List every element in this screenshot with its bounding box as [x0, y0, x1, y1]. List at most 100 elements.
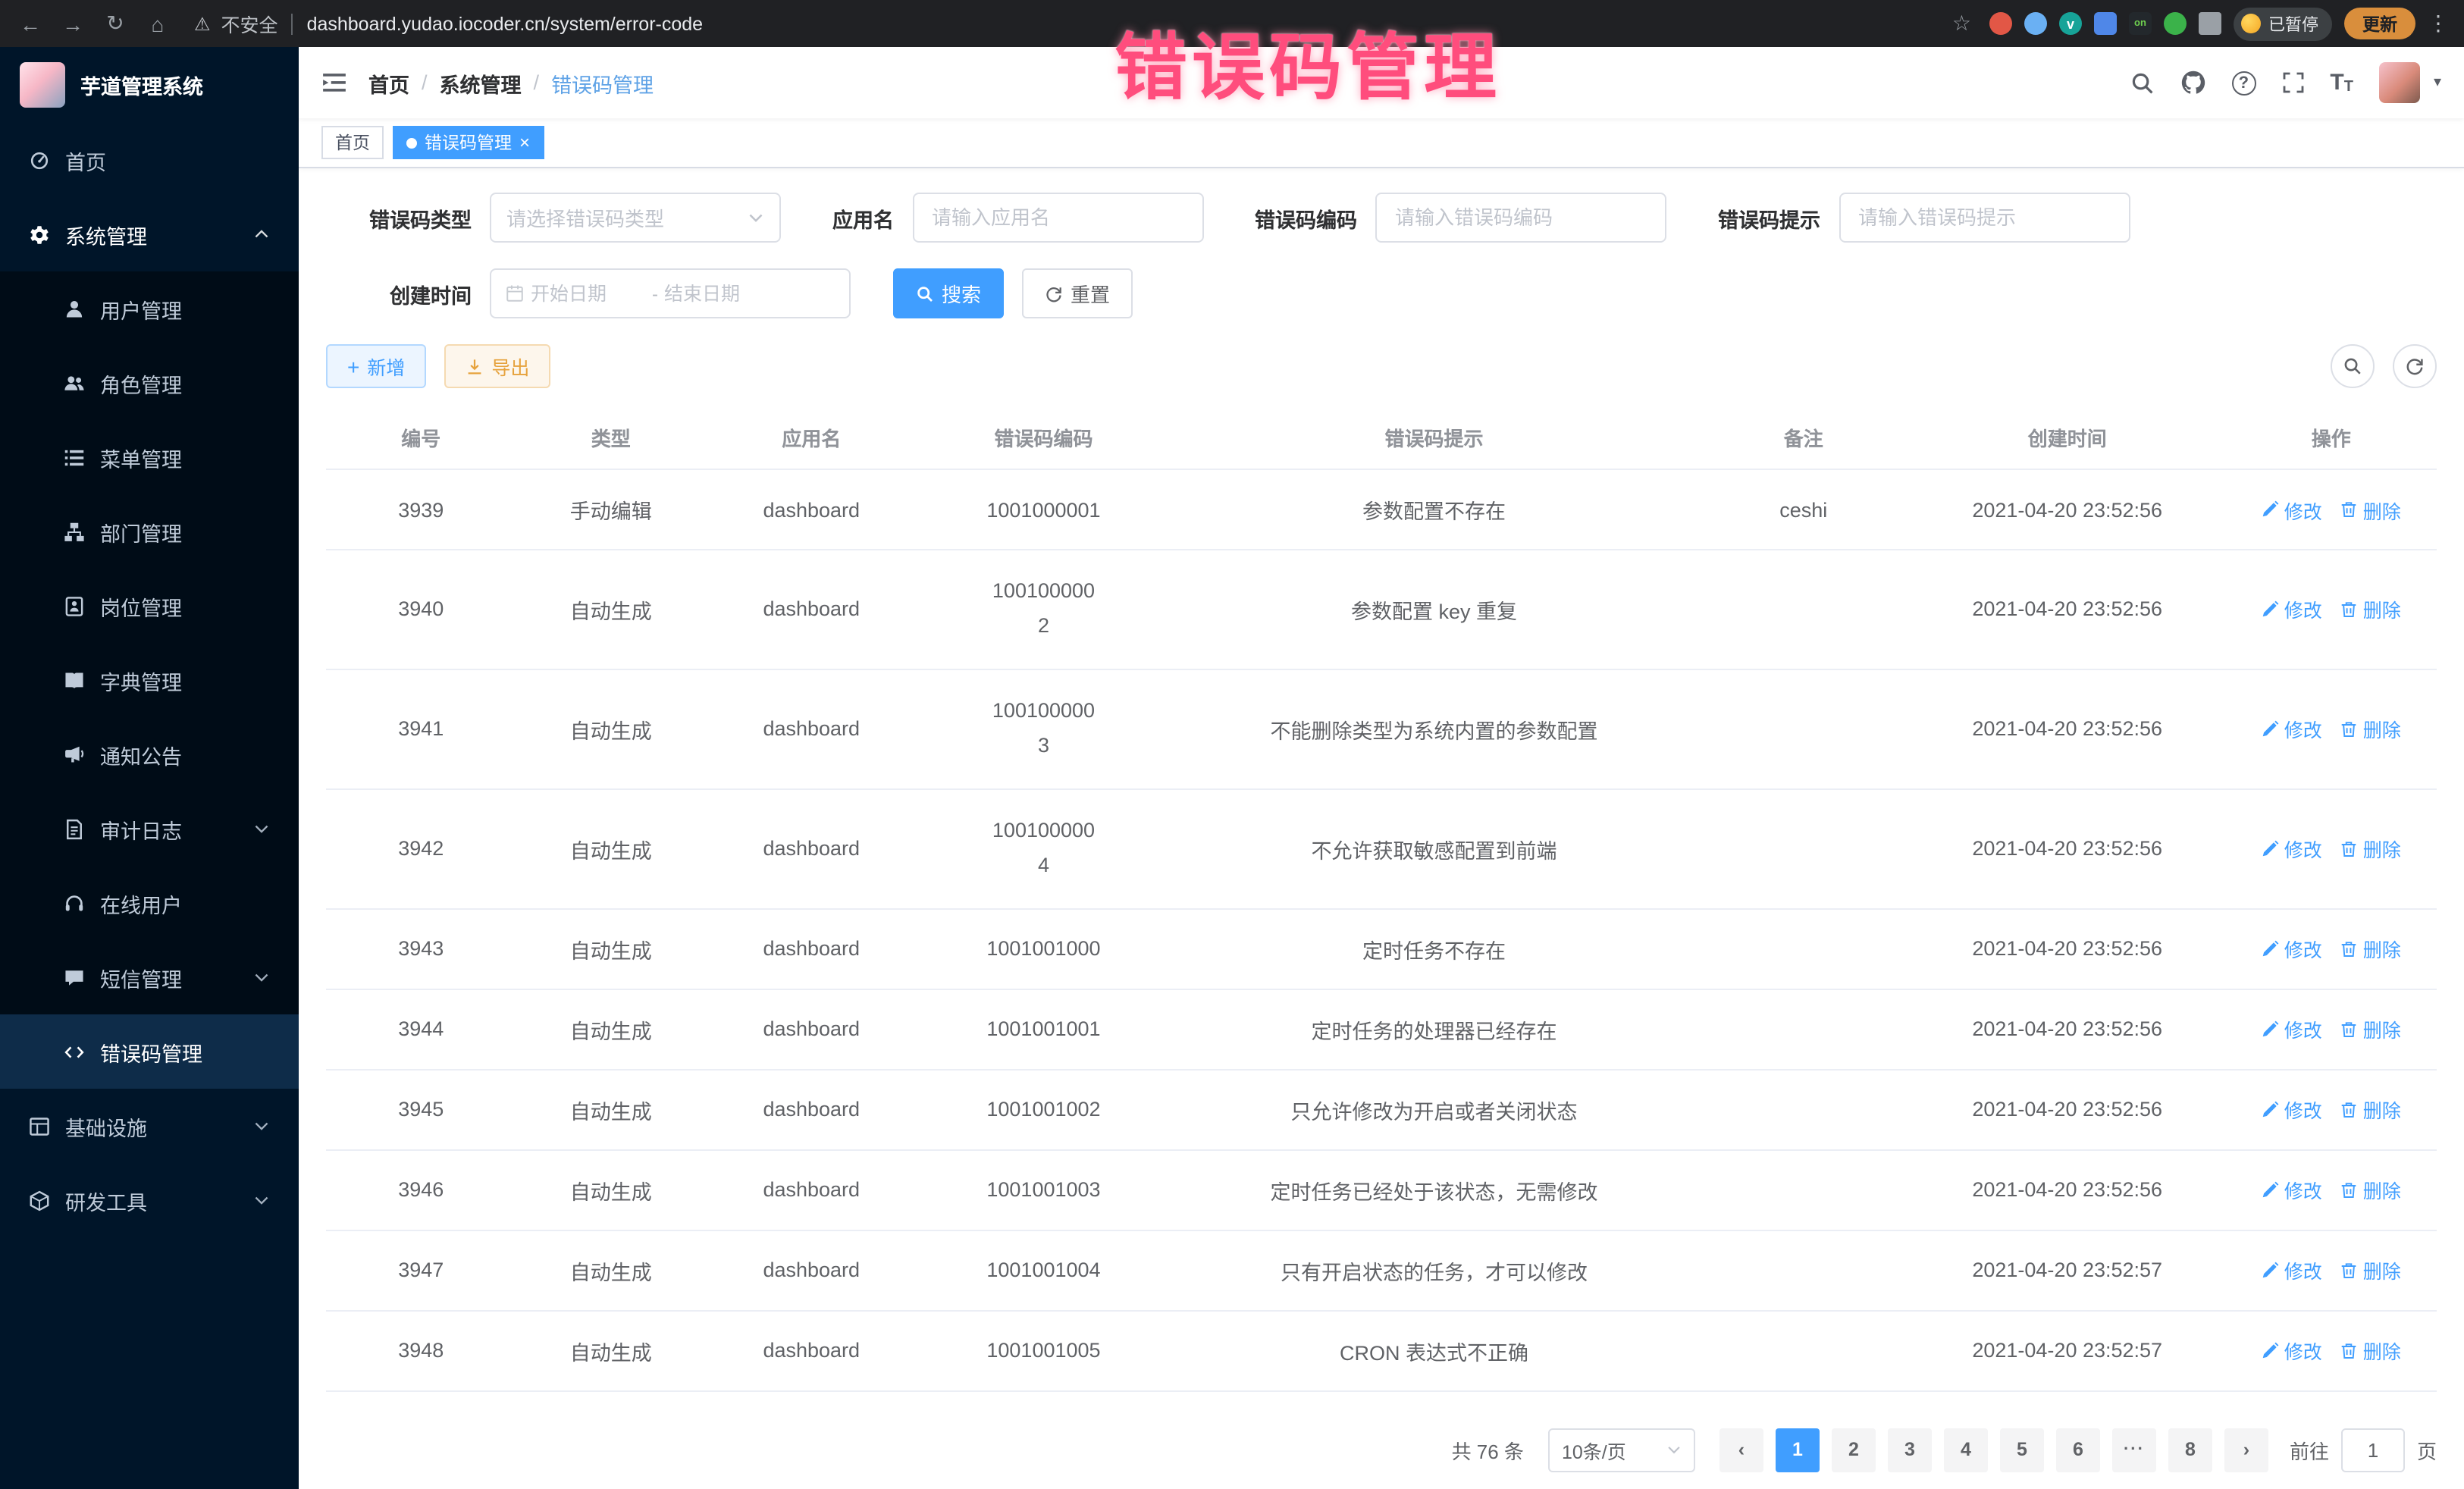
address-bar[interactable]: ⚠ 不安全 dashboard.yudao.iocoder.cn/system/…	[185, 9, 1977, 38]
page-button[interactable]: 4	[1944, 1428, 1988, 1472]
delete-link[interactable]: 删除	[2340, 595, 2401, 624]
sidebar-item-role[interactable]: 角色管理	[0, 346, 299, 420]
extension-icon[interactable]	[1989, 12, 2012, 35]
delete-link[interactable]: 删除	[2340, 1014, 2401, 1043]
help-icon[interactable]: ?	[2231, 71, 2256, 95]
edit-link[interactable]: 修改	[2262, 1095, 2322, 1124]
page-button[interactable]: 8	[2168, 1428, 2212, 1472]
page-button[interactable]: 1	[1776, 1428, 1820, 1472]
filter-form-row-1: 错误码类型 请选择错误码类型 应用名 错误码编码	[326, 193, 2437, 243]
sidebar-item-label: 菜单管理	[100, 442, 182, 472]
delete-link[interactable]: 删除	[2340, 934, 2401, 963]
sidebar-item-online-user[interactable]: 在线用户	[0, 866, 299, 940]
chevron-down-icon[interactable]: ▾	[2434, 74, 2441, 91]
sidebar-item-dict[interactable]: 字典管理	[0, 643, 299, 717]
pagination-more-button[interactable]: ···	[2112, 1428, 2156, 1472]
delete-link[interactable]: 删除	[2340, 1095, 2401, 1124]
extension-icon[interactable]: on	[2129, 12, 2152, 35]
page-button[interactable]: 3	[1888, 1428, 1932, 1472]
extension-icon[interactable]	[2024, 12, 2047, 35]
edit-link[interactable]: 修改	[2262, 834, 2322, 863]
delete-link[interactable]: 删除	[2340, 715, 2401, 744]
toggle-search-button[interactable]	[2331, 344, 2375, 388]
profile-chip[interactable]: 已暂停	[2234, 7, 2332, 40]
sidebar-item-sms[interactable]: 短信管理	[0, 940, 299, 1014]
sidebar-item-dev-tools[interactable]: 研发工具	[0, 1163, 299, 1237]
sidebar-item-dept[interactable]: 部门管理	[0, 494, 299, 569]
edit-link[interactable]: 修改	[2262, 1014, 2322, 1043]
end-date-input[interactable]	[664, 283, 779, 304]
error-type-select[interactable]: 请选择错误码类型	[490, 193, 781, 243]
browser-menu-icon[interactable]: ⋮	[2428, 11, 2449, 36]
next-page-button[interactable]: ›	[2224, 1428, 2268, 1472]
reset-button[interactable]: 重置	[1022, 268, 1133, 318]
close-icon[interactable]: ×	[519, 133, 530, 152]
sidebar-item-home[interactable]: 首页	[0, 123, 299, 197]
cell-time: 2021-04-20 23:52:56	[1909, 469, 2226, 550]
delete-link[interactable]: 删除	[2340, 495, 2401, 524]
search-button[interactable]: 搜索	[893, 268, 1004, 318]
add-button[interactable]: + 新增	[326, 344, 426, 388]
page-content: 错误码类型 请选择错误码类型 应用名 错误码编码	[299, 168, 2464, 1489]
delete-link[interactable]: 删除	[2340, 1255, 2401, 1284]
sidebar-item-post[interactable]: 岗位管理	[0, 569, 299, 643]
sidebar-item-infra[interactable]: 基础设施	[0, 1089, 299, 1163]
edit-link[interactable]: 修改	[2262, 715, 2322, 744]
update-button[interactable]: 更新	[2344, 8, 2415, 39]
sidebar-item-system[interactable]: 系统管理	[0, 197, 299, 271]
error-code-input[interactable]	[1375, 193, 1666, 243]
app-title: 芋道管理系统	[80, 70, 203, 100]
start-date-input[interactable]	[531, 283, 646, 304]
extension-icon[interactable]	[2164, 12, 2187, 35]
github-icon[interactable]	[2180, 70, 2205, 96]
page-size-select[interactable]: 10条/页	[1548, 1428, 1695, 1472]
back-icon[interactable]: ←	[15, 11, 45, 36]
search-icon[interactable]	[2130, 71, 2154, 95]
breadcrumb-item[interactable]: 首页	[368, 67, 409, 98]
chevron-down-icon	[253, 969, 270, 986]
forward-icon[interactable]: →	[58, 11, 88, 36]
edit-link[interactable]: 修改	[2262, 495, 2322, 524]
breadcrumb-item[interactable]: 系统管理	[440, 67, 522, 98]
delete-link[interactable]: 删除	[2340, 1336, 2401, 1365]
page-button[interactable]: 2	[1832, 1428, 1876, 1472]
date-range-picker[interactable]: -	[490, 268, 851, 318]
extension-icon[interactable]: v	[2059, 12, 2082, 35]
page-button[interactable]: 6	[2056, 1428, 2100, 1472]
user-avatar[interactable]	[2379, 62, 2420, 103]
delete-link[interactable]: 删除	[2340, 834, 2401, 863]
extension-icon[interactable]	[2199, 12, 2221, 35]
extension-icon[interactable]	[2094, 12, 2117, 35]
export-button[interactable]: 导出	[444, 344, 550, 388]
bookmark-star-icon[interactable]: ☆	[1952, 11, 1971, 36]
sidebar-item-audit-log[interactable]: 审计日志	[0, 792, 299, 866]
megaphone-icon	[64, 744, 86, 765]
hamburger-icon[interactable]	[321, 70, 347, 96]
tab-首页[interactable]: 首页	[321, 126, 384, 159]
sidebar-item-error-code[interactable]: 错误码管理	[0, 1014, 299, 1089]
edit-link[interactable]: 修改	[2262, 1255, 2322, 1284]
refresh-button[interactable]	[2393, 344, 2437, 388]
font-size-icon[interactable]: TT	[2330, 70, 2353, 96]
cell-time: 2021-04-20 23:52:56	[1909, 669, 2226, 789]
cell-id: 3948	[326, 1310, 516, 1390]
page-button[interactable]: 5	[2000, 1428, 2044, 1472]
sidebar-item-label: 角色管理	[100, 368, 182, 398]
home-icon[interactable]: ⌂	[143, 11, 173, 36]
edit-link[interactable]: 修改	[2262, 595, 2322, 624]
edit-link[interactable]: 修改	[2262, 1175, 2322, 1204]
cell-code: 1001001001	[917, 989, 1170, 1069]
app-name-input[interactable]	[912, 193, 1203, 243]
edit-link[interactable]: 修改	[2262, 1336, 2322, 1365]
sidebar-item-notice[interactable]: 通知公告	[0, 717, 299, 792]
prev-page-button[interactable]: ‹	[1719, 1428, 1763, 1472]
delete-link[interactable]: 删除	[2340, 1175, 2401, 1204]
fullscreen-icon[interactable]	[2281, 71, 2304, 94]
reload-icon[interactable]: ↻	[100, 11, 130, 36]
edit-link[interactable]: 修改	[2262, 934, 2322, 963]
error-hint-input[interactable]	[1839, 193, 2130, 243]
sidebar-item-menu[interactable]: 菜单管理	[0, 420, 299, 494]
sidebar-item-user[interactable]: 用户管理	[0, 271, 299, 346]
goto-page-input[interactable]	[2341, 1428, 2405, 1472]
tab-错误码管理[interactable]: 错误码管理×	[393, 126, 544, 159]
